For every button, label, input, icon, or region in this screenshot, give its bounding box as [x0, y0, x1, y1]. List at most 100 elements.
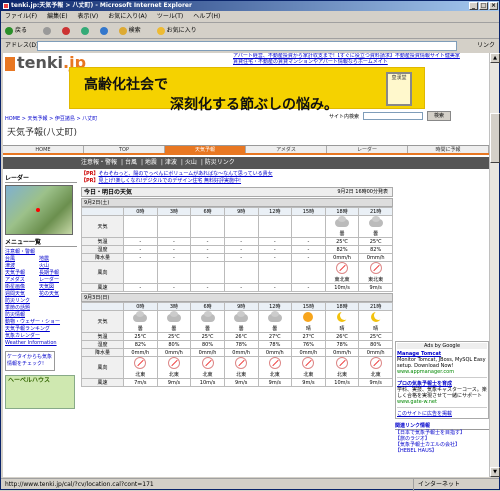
menu-view[interactable]: 表示(V)	[77, 13, 98, 20]
vertical-scrollbar[interactable]: ▲ ▼	[489, 53, 500, 477]
scroll-thumb[interactable]	[490, 113, 500, 163]
cell-humidity: -	[156, 245, 192, 254]
sidebar-link[interactable]: 防災情報	[5, 312, 77, 319]
site-search-input[interactable]	[363, 112, 423, 120]
cell-rain: -	[291, 253, 326, 262]
breadcrumb[interactable]: HOME > 天気予報 > 伊豆諸島 > 八丈町	[5, 115, 97, 122]
table-corner	[81, 302, 124, 311]
address-input[interactable]	[37, 41, 457, 51]
tab-hourly[interactable]: 時間に予報	[408, 146, 489, 153]
stop-button[interactable]	[61, 26, 72, 35]
forward-button[interactable]	[42, 26, 53, 35]
ad-divider	[397, 407, 487, 408]
favorites-button[interactable]: お気に入り	[156, 26, 204, 35]
minimize-button[interactable]: _	[469, 2, 478, 10]
banner-line-1: 高齢化社会で	[84, 77, 168, 93]
day-date: 9月2日(土)	[81, 198, 393, 207]
related-heading: 関連リンク情報	[395, 423, 489, 430]
sidebar-link[interactable]: 注意報・警報	[5, 249, 77, 256]
logo-mark-icon	[5, 56, 15, 71]
pr-link[interactable]: そわそわっと、陽のでっぺんにボリュームがあればな〜なんて思っている貴女	[99, 171, 273, 177]
sidebar-link[interactable]: 花の天気	[39, 291, 73, 298]
cell-temp: -	[156, 237, 192, 246]
pr-link[interactable]: 見上げ!楽しくなれ!デジタルでのデザイン住宅 無料好評実施中!	[99, 178, 242, 184]
related-link[interactable]: 【HEBEL HAUS】	[395, 448, 489, 454]
cell-weather: 曇	[223, 310, 259, 333]
subnav-warnings[interactable]: 注意報・警報	[81, 159, 117, 166]
sidebar-link[interactable]: 天気図	[39, 284, 73, 291]
sidebar-link[interactable]: レーダー	[39, 277, 73, 284]
sidebar-link[interactable]: アメダス	[5, 277, 39, 284]
subnav-typhoon[interactable]: 台風	[125, 159, 137, 166]
left-sidebar: レーダー メニュー一覧 注意報・警報 台風 地震 津波 火山 天気予報 長期予報 アメ…	[3, 171, 79, 477]
ad-banner[interactable]: 高齢化社会で 深刻化する節ぶしの悩み。 皇漢堂	[69, 67, 425, 113]
sidebar-link[interactable]: 台風	[5, 256, 39, 263]
menu-help[interactable]: ヘルプ(H)	[193, 13, 220, 20]
sidebar-link[interactable]: 地震	[39, 256, 73, 263]
sidebar-link[interactable]: 火山	[39, 263, 73, 270]
banner-stamp: 皇漢堂	[386, 72, 412, 106]
window-title: tenki.jp:天気予報 > 八丈町) - Microsoft Interne…	[11, 2, 192, 9]
ad-desc: Monitor Tomcat, JBoss, MySQL Easy setup.…	[397, 357, 486, 369]
menu-tools[interactable]: ツール(T)	[157, 13, 183, 20]
ads-heading[interactable]: Ads by Google	[397, 343, 487, 349]
sidebar-link[interactable]: 長期予報	[39, 270, 73, 277]
sidebar-link[interactable]: 季節の話題	[5, 305, 77, 312]
cell-rain: 0mm/h	[257, 348, 293, 357]
cell-temp: 25℃	[156, 332, 192, 341]
site-search-label: サイト内検索	[329, 114, 360, 120]
menu-file[interactable]: ファイル(F)	[5, 13, 37, 20]
pr-line: 【PR】見上げ!楽しくなれ!デジタルでのデザイン住宅 無料好評実施中!	[81, 178, 242, 184]
sidebar-link[interactable]: 防災リンク	[5, 298, 77, 305]
sidebar-link[interactable]: 津波	[5, 263, 39, 270]
refresh-button[interactable]	[80, 26, 91, 35]
ad-url[interactable]: www.gate-w.net	[397, 399, 487, 405]
subnav-earthquake[interactable]: 地震	[145, 159, 157, 166]
hour-header: 12時	[257, 207, 293, 216]
cloudy-icon	[267, 311, 283, 324]
close-button[interactable]: ×	[489, 2, 498, 10]
ad-title[interactable]: プロの気象予報士を育成	[397, 380, 487, 387]
forecast-table: 0時 3時 6時 9時 12時 15時 18時 21時 天気曇曇気温 - - - - - -25℃ 25℃ 湿度…	[81, 207, 393, 292]
security-zone: インターネット	[413, 479, 460, 491]
scroll-up-icon[interactable]: ▲	[490, 53, 500, 63]
sidebar-link[interactable]: 天気予報	[5, 270, 39, 277]
subnav-tsunami[interactable]: 津波	[165, 159, 177, 166]
tab-top[interactable]: TOP	[84, 146, 165, 153]
subnav-disaster-links[interactable]: 防災リンク	[205, 159, 235, 166]
sidebar-link[interactable]: 動物・ウェザー・ショー	[5, 319, 77, 326]
search-button[interactable]: 検索	[118, 26, 148, 35]
hour-header: 15時	[291, 302, 326, 311]
cell-humidity: 80%	[358, 340, 393, 349]
sidebar-link[interactable]: 衛星画像	[5, 284, 39, 291]
menu-edit[interactable]: 編集(E)	[47, 13, 67, 20]
menu-favorites[interactable]: お気に入り(A)	[108, 13, 147, 20]
links-button[interactable]: リンク	[477, 40, 495, 52]
radar-map[interactable]	[5, 185, 73, 235]
scroll-down-icon[interactable]: ▼	[490, 467, 500, 477]
tab-radar[interactable]: レーダー	[327, 146, 408, 153]
sidebar-link[interactable]: 週間天気	[5, 291, 39, 298]
tab-amedas[interactable]: アメダス	[246, 146, 327, 153]
sidebar-link[interactable]: 天気予報ランキング	[5, 326, 77, 333]
star-icon	[156, 26, 165, 35]
cell-wind-dir: 北東	[291, 356, 326, 379]
tab-home[interactable]: HOME	[3, 146, 84, 153]
home-button[interactable]	[99, 26, 110, 35]
site-search-button[interactable]: 検索	[427, 111, 451, 121]
top-ad-link[interactable]: 賃貸住宅・不動産の賃貸マンションやアパート情報ならホームメイト	[233, 59, 487, 65]
tab-forecast[interactable]: 天気予報	[165, 146, 246, 153]
back-button[interactable]: 戻る	[5, 26, 34, 35]
subnav-volcano[interactable]: 火山	[185, 159, 197, 166]
sidebar-link[interactable]: Weather Information	[5, 340, 77, 347]
ad-url[interactable]: www.appmanager.com	[397, 369, 487, 375]
mobile-banner[interactable]: ケータイからも気象情報をチェック!	[5, 351, 55, 371]
hebel-banner[interactable]: ヘーベルハウス	[5, 375, 75, 409]
cell-wind-speed: -	[257, 283, 293, 292]
ad-footer-link[interactable]: このサイトに広告を掲載	[397, 410, 487, 417]
updated-time: 9月2日 16時00分発表	[337, 189, 388, 195]
cell-rain: 0mm/h	[291, 348, 326, 357]
maximize-button[interactable]: □	[479, 2, 488, 10]
sidebar-link[interactable]: 気象カレンダー	[5, 333, 77, 340]
related-links: 関連リンク情報 【日本で気象予報士を目指す】 【旅のラジオ】 【気象予報士カエル…	[395, 423, 489, 454]
